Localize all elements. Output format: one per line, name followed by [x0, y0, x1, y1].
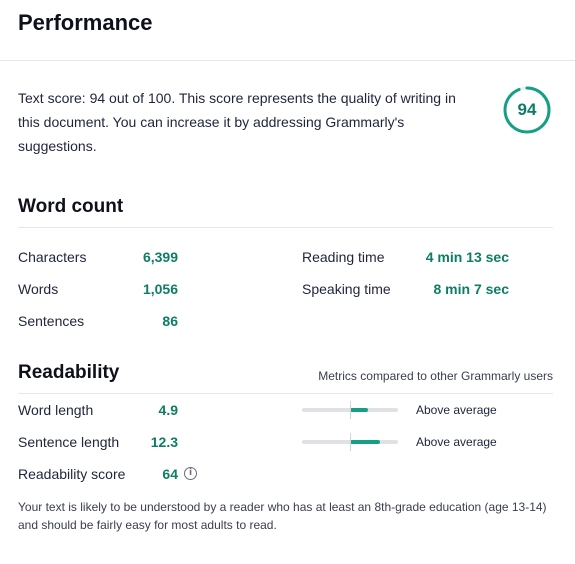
word-length-comparison: Above average [416, 403, 497, 417]
word-count-divider [18, 227, 553, 228]
score-ring: 94 [502, 85, 552, 135]
speaking-time-value: 8 min 7 sec [433, 281, 510, 297]
sentence-length-average-marker [350, 433, 351, 451]
sentence-length-label: Sentence length [18, 434, 120, 450]
page-title: Performance [18, 10, 153, 35]
header-divider [0, 60, 575, 61]
sentence-length-value: 12.3 [150, 434, 178, 450]
reading-time-label: Reading time [302, 249, 385, 265]
word-count-title: Word count [18, 196, 124, 217]
characters-label: Characters [18, 249, 87, 265]
readability-divider [18, 393, 553, 394]
words-value: 1,056 [142, 281, 178, 297]
sentences-label: Sentences [18, 313, 85, 329]
characters-value: 6,399 [142, 249, 178, 265]
words-label: Words [18, 281, 59, 297]
sentences-value: 86 [162, 313, 178, 329]
readability-score-value: 64 [162, 466, 178, 482]
word-length-bar-fill [350, 408, 368, 412]
word-length-label: Word length [18, 402, 94, 418]
readability-footnote: Your text is likely to be understood by … [18, 500, 547, 532]
sentence-length-comparison: Above average [416, 435, 497, 449]
readability-comparison-note: Metrics compared to other Grammarly user… [318, 369, 553, 383]
score-value: 94 [517, 100, 537, 119]
reading-time-value: 4 min 13 sec [425, 249, 509, 265]
readability-score-label: Readability score [18, 466, 126, 482]
speaking-time-label: Speaking time [302, 281, 391, 297]
info-icon[interactable]: i [184, 467, 197, 480]
readability-title: Readability [18, 362, 120, 383]
sentence-length-bar-fill [350, 440, 380, 444]
sentence-length-bar [302, 433, 398, 451]
score-description: Text score: 94 out of 100. This score re… [18, 90, 456, 154]
word-length-average-marker [350, 401, 351, 419]
word-length-value: 4.9 [158, 402, 178, 418]
word-length-bar [302, 401, 398, 419]
